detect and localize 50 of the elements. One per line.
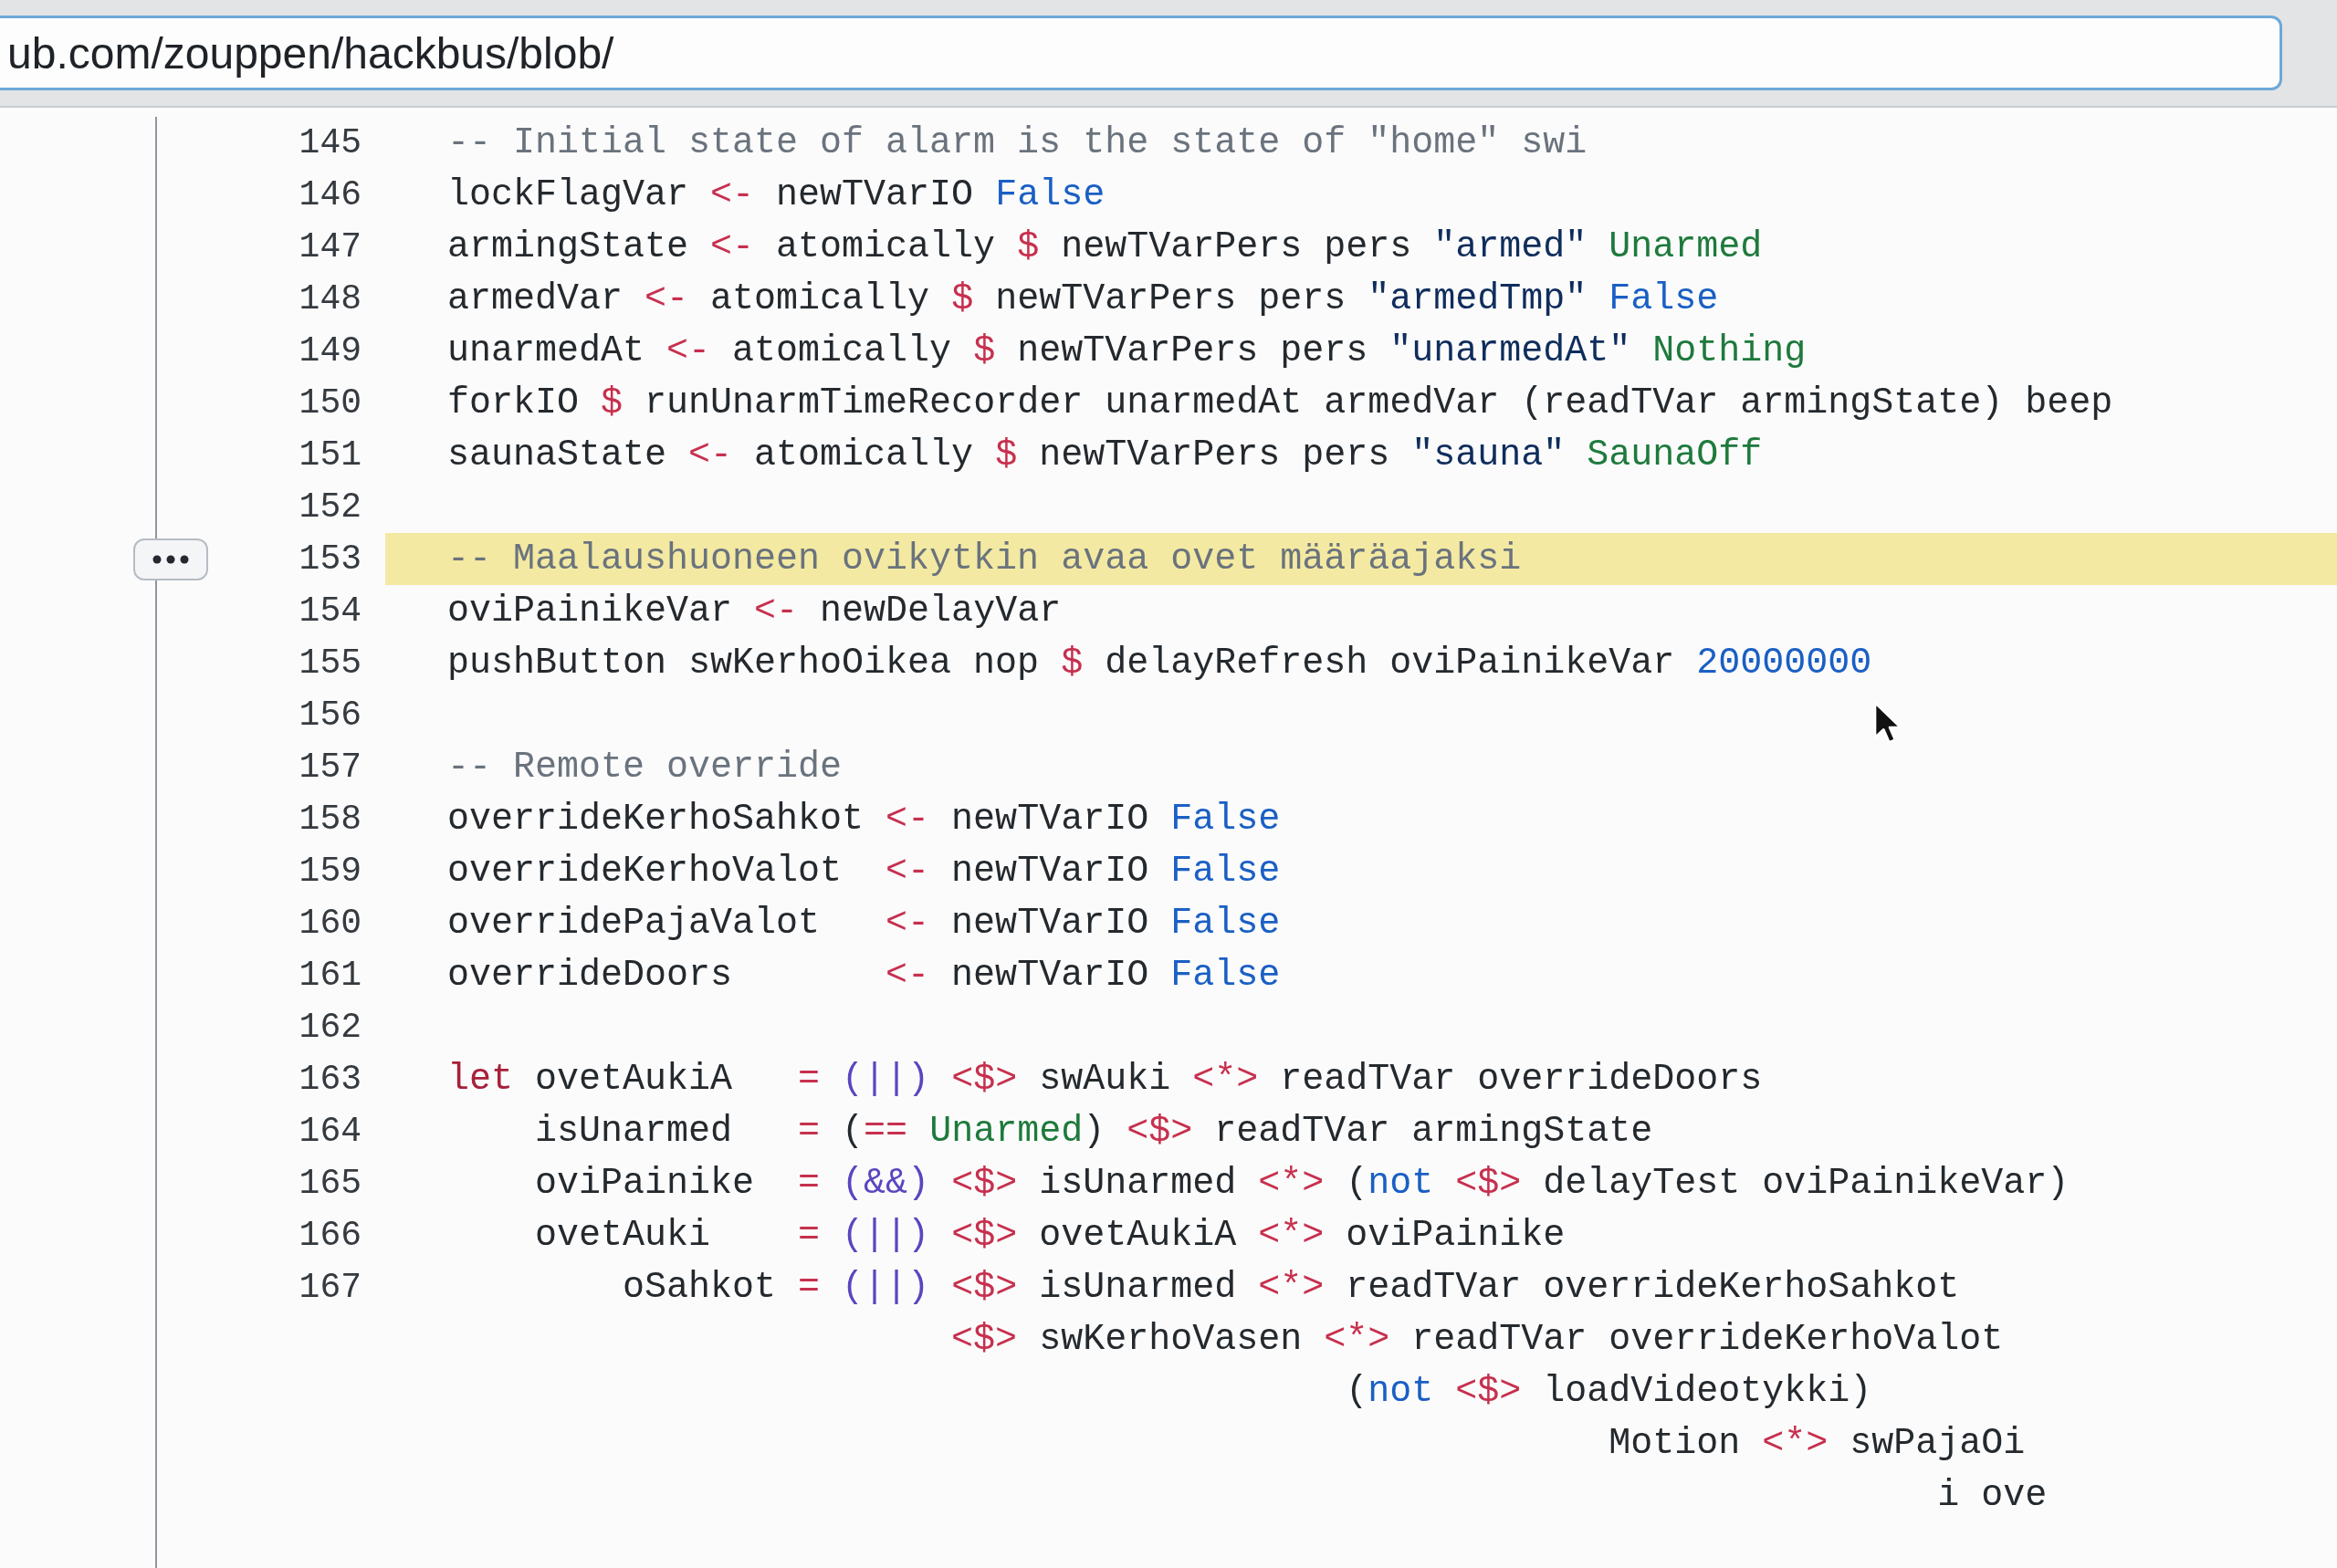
line-number[interactable]: 162: [299, 1008, 362, 1047]
line-number[interactable]: 165: [299, 1164, 362, 1203]
code-comment: -- Initial state of alarm is the state of "home" swi: [447, 122, 1588, 163]
line-number[interactable]: 156: [299, 695, 362, 735]
ellipsis-icon: [152, 555, 189, 564]
code-line: Motion <*> swPajaOi: [1609, 1423, 2026, 1464]
code-line: oviPainikeVar <- newDelayVar: [447, 591, 1062, 632]
code-line: overrideDoors <- newTVarIO False: [447, 955, 1281, 996]
line-number[interactable]: 152: [299, 487, 362, 527]
line-number[interactable]: 161: [299, 956, 362, 995]
code-line: <$> swKerhoVasen <*> readTVar overrideKerhoValot: [951, 1319, 2004, 1360]
code-line: oviPainike = (&&) <$> isUnarmed <*> (not <$> delayTest oviPainikeVar): [535, 1163, 2070, 1204]
line-number[interactable]: 163: [299, 1060, 362, 1099]
code-line: pushButton swKerhoOikea nop $ delayRefresh oviPainikeVar 20000000: [447, 643, 1872, 684]
code-line: forkIO $ runUnarmTimeRecorder unarmedAt armedVar (readTVar armingState) beep: [447, 382, 2113, 423]
code-line: i ove: [1937, 1475, 2048, 1516]
line-number[interactable]: 147: [299, 227, 362, 267]
line-number[interactable]: 155: [299, 643, 362, 683]
line-number[interactable]: 148: [299, 279, 362, 319]
line-number[interactable]: 149: [299, 331, 362, 371]
address-field[interactable]: ub.com/zouppen/hackbus/blob/: [0, 16, 2282, 90]
code-line: (not <$> loadVideotykki): [1346, 1371, 1872, 1412]
code-comment: -- Maalaushuoneen ovikytkin avaa ovet määräajaksi: [447, 538, 1522, 580]
code-line: ovetAuki = (||) <$> ovetAukiA <*> oviPainike: [535, 1215, 1566, 1256]
line-number[interactable]: 164: [299, 1112, 362, 1151]
line-number[interactable]: 158: [299, 800, 362, 839]
line-number[interactable]: 154: [299, 591, 362, 631]
line-options-button[interactable]: [133, 538, 208, 580]
code-line: overrideKerhoValot <- newTVarIO False: [447, 851, 1281, 892]
code-comment: -- Remote override: [447, 747, 843, 788]
line-number[interactable]: 157: [299, 747, 362, 787]
code-line: lockFlagVar <- newTVarIO False: [447, 174, 1106, 215]
line-number[interactable]: 146: [299, 175, 362, 214]
code-line: saunaState <- atomically $ newTVarPers pers "sauna" SaunaOff: [447, 434, 1763, 476]
code-line: overrideKerhoSahkot <- newTVarIO False: [447, 799, 1281, 840]
line-number[interactable]: 145: [299, 123, 362, 162]
line-number[interactable]: 167: [299, 1268, 362, 1307]
code-line: oSahkot = (||) <$> isUnarmed <*> readTVar overrideKerhoSahkot: [623, 1267, 1960, 1308]
code-line: let ovetAukiA = (||) <$> swAuki <*> readTVar overrideDoors: [447, 1059, 1763, 1100]
line-number[interactable]: 150: [299, 383, 362, 423]
code-line: armedVar <- atomically $ newTVarPers pers "armedTmp" False: [447, 278, 1719, 319]
line-number[interactable]: 159: [299, 852, 362, 891]
code-line: armingState <- atomically $ newTVarPers pers "armed" Unarmed: [447, 226, 1763, 267]
code-line: unarmedAt <- atomically $ newTVarPers pers "unarmedAt" Nothing: [447, 330, 1807, 371]
code-line: overridePajaValot <- newTVarIO False: [447, 903, 1281, 944]
code-line: isUnarmed = (== Unarmed) <$> readTVar armingState: [535, 1111, 1653, 1152]
line-number[interactable]: 151: [299, 435, 362, 475]
line-number[interactable]: 153: [299, 539, 362, 579]
line-number[interactable]: 166: [299, 1216, 362, 1255]
line-number[interactable]: 160: [299, 904, 362, 943]
